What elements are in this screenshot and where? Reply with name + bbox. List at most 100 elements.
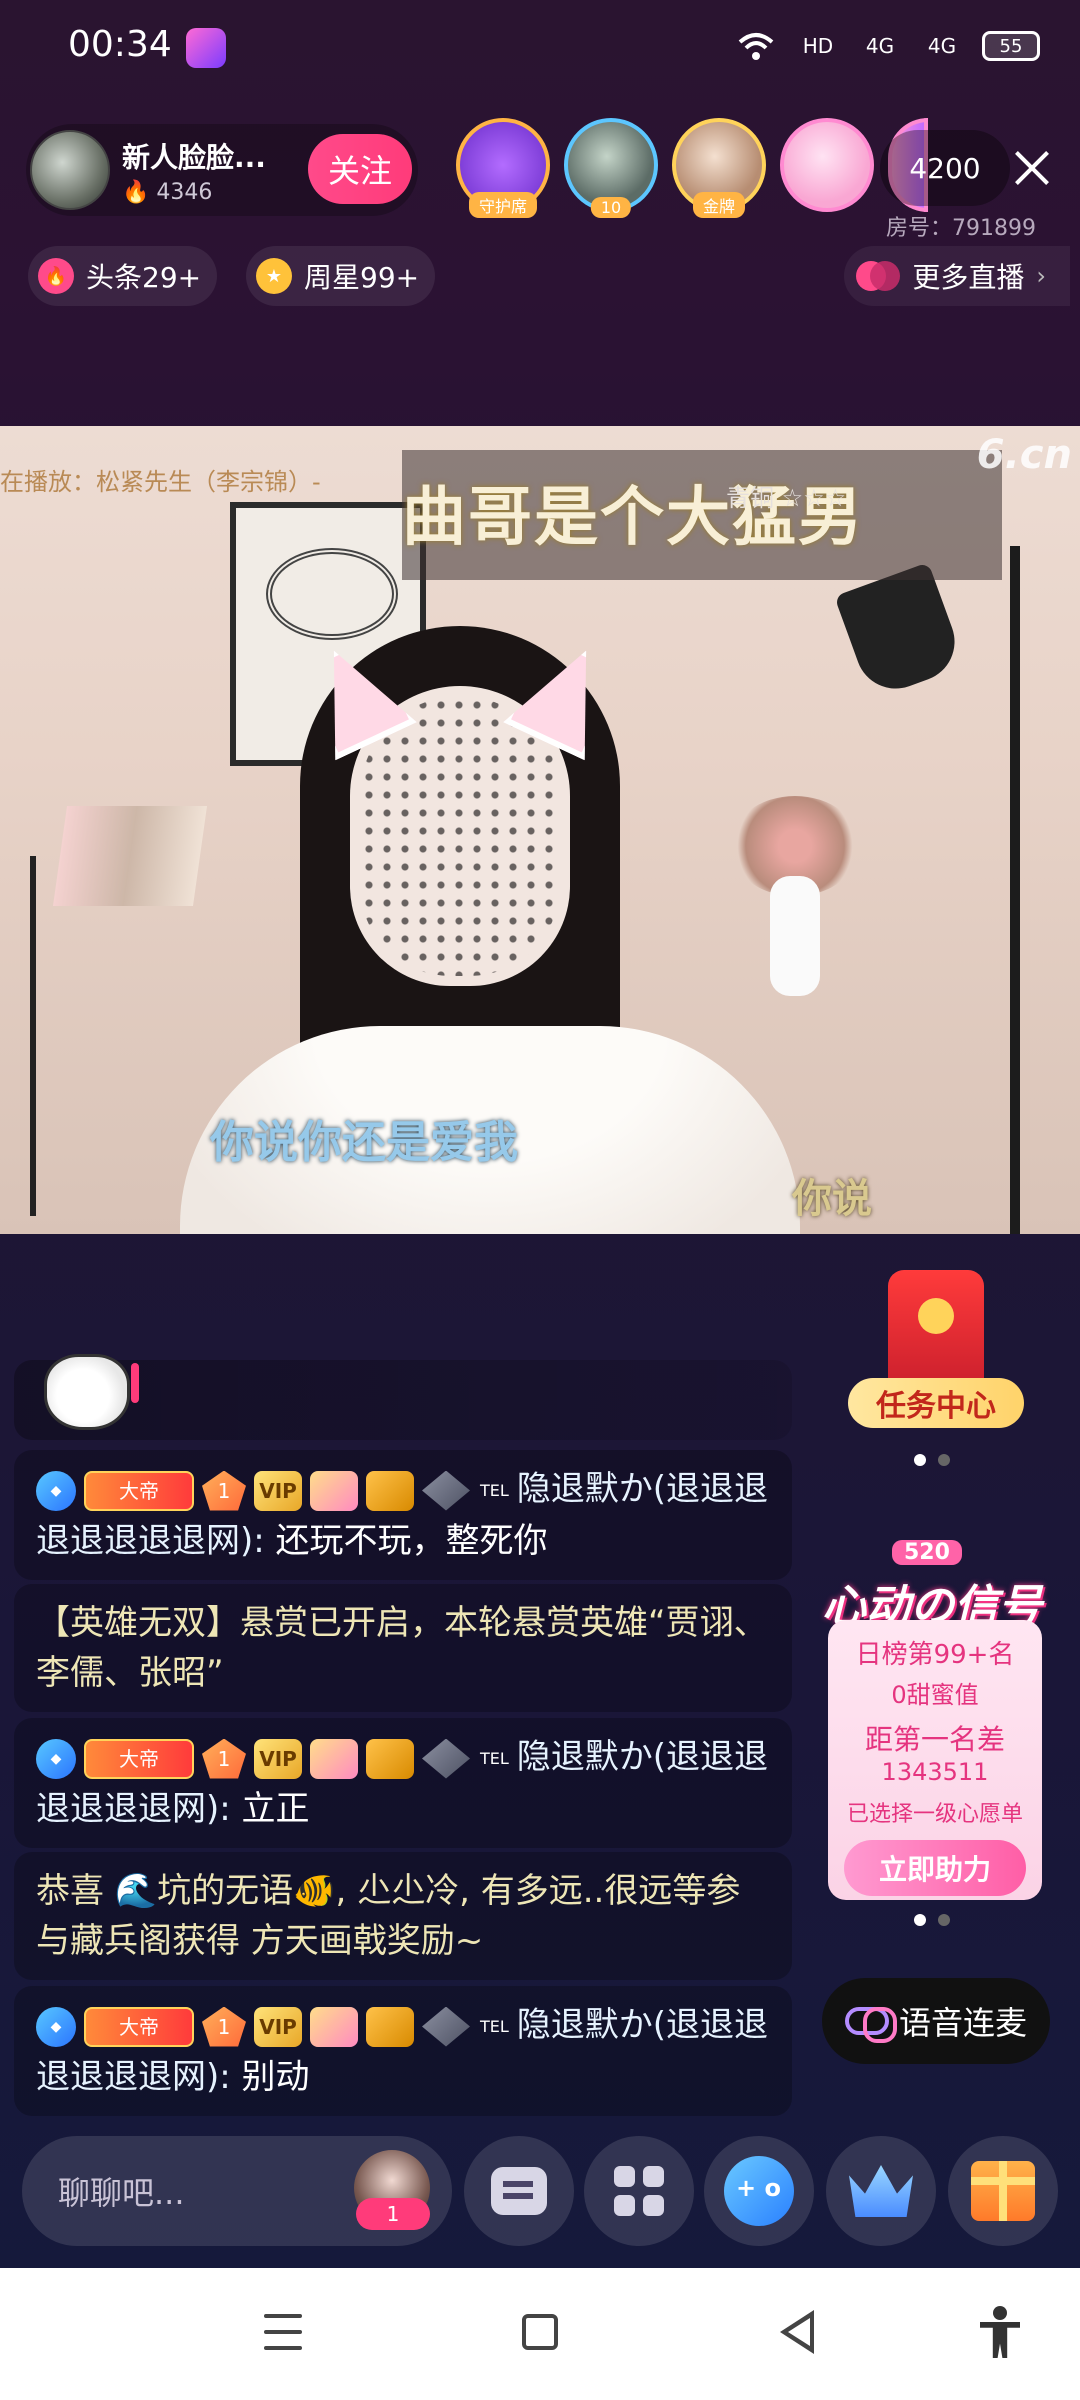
- lamp-pole: [1010, 546, 1020, 1234]
- voice-link-label: 语音连麦: [898, 2004, 1027, 2042]
- follow-button[interactable]: 关注: [308, 134, 412, 204]
- chat-message[interactable]: ◆ 大帝 1 VIP TEL 隐退默か(退退退退退退退网): 别动: [14, 1986, 792, 2116]
- chat-message[interactable]: ◆ 大帝 1 VIP TEL 隐退默か(退退退退退退退网): 立正: [14, 1718, 792, 1848]
- user-badges: ◆ 大帝 1 VIP TEL: [36, 2002, 511, 2052]
- message-button[interactable]: [464, 2136, 574, 2246]
- room-id: 房号：791899: [886, 216, 1036, 241]
- task-pager-dots: [914, 1454, 950, 1466]
- vip-badge: VIP: [254, 1738, 302, 1779]
- weekly-star-tag[interactable]: ★ 周星99+: [246, 246, 436, 306]
- vip-badge: VIP: [254, 2006, 302, 2047]
- live-video[interactable]: 曲哥是个大猛男 在播放：松紧先生（李宗锦）- 青铜 ☆☆☆ 6.cn 你说你还是…: [0, 426, 1080, 1234]
- status-icons: HD 4G 4G 55: [734, 28, 1040, 64]
- chat-input-placeholder: 聊聊吧...: [58, 2174, 185, 2212]
- tel-label: TEL: [480, 1748, 509, 1768]
- vase: [770, 876, 820, 996]
- hd-icon: HD: [802, 34, 834, 58]
- user-badges: ◆ 大帝 1 VIP TEL: [36, 1734, 511, 1784]
- task-center-button[interactable]: 任务中心: [848, 1270, 1024, 1440]
- battery-icon: 55: [982, 31, 1040, 61]
- guard-seat-label: 守护席: [468, 192, 538, 218]
- emperor-badge: 大帝: [84, 2006, 194, 2047]
- viewer-count[interactable]: 4200: [880, 130, 1010, 206]
- wish-selected: 已选择一级心愿单: [846, 1802, 1023, 1827]
- gift-button[interactable]: [948, 2136, 1058, 2246]
- crown-icon: [310, 2006, 358, 2047]
- lyric-line-2: 你说: [792, 1176, 872, 1222]
- status-time: 00:34: [68, 24, 172, 65]
- shelf: [30, 856, 200, 1216]
- more-live-label: 更多直播: [912, 261, 1025, 294]
- game-button[interactable]: [704, 2136, 814, 2246]
- wing-icon: [422, 1470, 470, 1511]
- grid-icon: [614, 2166, 664, 2216]
- message-icon: [491, 2167, 547, 2215]
- sweetness-value: 0甜蜜值: [891, 1681, 979, 1709]
- menu-icon[interactable]: [264, 2314, 302, 2350]
- gap-value: 1343511: [881, 1758, 989, 1786]
- star-icon: ★: [256, 258, 292, 294]
- boost-button[interactable]: 立即助力: [844, 1840, 1026, 1896]
- signal-520-badge: 520: [892, 1540, 962, 1565]
- viewer-rank-badge: 金牌: [692, 192, 746, 218]
- more-apps-button[interactable]: [584, 2136, 694, 2246]
- site-watermark: 6.cn: [976, 432, 1072, 478]
- guard-seat[interactable]: 守护席: [456, 118, 550, 218]
- anchor-name: 新人脸脸...: [122, 140, 266, 174]
- voice-link-button[interactable]: 语音连麦: [822, 1978, 1050, 2064]
- tel-label: TEL: [480, 1480, 509, 1500]
- anchor-avatar[interactable]: [30, 130, 110, 210]
- flame-icon: 🔥: [122, 179, 150, 205]
- wing-icon: [422, 2006, 470, 2047]
- anchor-hot-count: 🔥 4346: [122, 180, 266, 205]
- more-live-button[interactable]: 更多直播 ›: [844, 246, 1070, 306]
- home-icon[interactable]: [522, 2314, 558, 2350]
- viewer-avatar-1[interactable]: 10: [564, 118, 658, 218]
- viewer-avatar-2[interactable]: 金牌: [672, 118, 766, 218]
- level-badge: 1: [202, 1470, 246, 1511]
- guard-button[interactable]: [826, 2136, 936, 2246]
- app-notification-icon: [186, 28, 226, 68]
- level-badge: 1: [202, 1738, 246, 1779]
- now-playing: 在播放：松紧先生（李宗锦）-: [0, 468, 321, 496]
- vip-badge: VIP: [254, 1470, 302, 1511]
- chevron-right-icon: ›: [1036, 262, 1046, 290]
- diamond-icon: ◆: [36, 2006, 76, 2047]
- daily-rank: 日榜第99+名: [855, 1640, 1015, 1670]
- gap-label: 距第一名差: [864, 1723, 1005, 1756]
- emperor-badge: 大帝: [84, 1470, 194, 1511]
- accessibility-icon[interactable]: [980, 2306, 1020, 2358]
- wifi-icon: [734, 28, 778, 64]
- flame-icon: 🔥: [38, 258, 74, 294]
- system-text: 【英雄无双】悬赏已开启，本轮悬赏英雄“贾诩、李儒、张昭”: [36, 1603, 768, 1693]
- chat-message[interactable]: ◆ 大帝 1 VIP TEL 隐退默か(退退退退退退退退网): 还玩不玩，整死你: [14, 1450, 792, 1580]
- viewer-level-badge: 10: [590, 197, 632, 218]
- chat-mascot-row: [14, 1354, 792, 1440]
- crown-icon: [310, 1470, 358, 1511]
- heart-signal-body: 日榜第99+名 0甜蜜值 距第一名差 1343511 已选择一级心愿单 立即助力: [828, 1620, 1042, 1900]
- diamond-icon: ◆: [36, 1738, 76, 1779]
- task-center-label: 任务中心: [848, 1378, 1024, 1428]
- close-icon[interactable]: [1010, 146, 1054, 190]
- crown-icon: [849, 2165, 913, 2217]
- back-icon[interactable]: [780, 2310, 814, 2354]
- heart-signal-card[interactable]: 520 心动の信号 日榜第99+名 0甜蜜值 距第一名差 1343511 已选择…: [822, 1520, 1042, 1900]
- chat-text: 立正: [230, 1788, 310, 1829]
- car-icon: [366, 2006, 414, 2047]
- level-badge: 1: [202, 2006, 246, 2047]
- gift-icon: [971, 2161, 1035, 2221]
- red-envelope-icon: [888, 1270, 984, 1394]
- system-navigation-bar: [0, 2268, 1080, 2400]
- system-message: 恭喜 🌊坑的无语🐠, 尐尐冷, 有多远..很远等参与藏兵阁获得 方天画戟奖励~: [14, 1852, 792, 1980]
- mascot-icon: [44, 1354, 139, 1430]
- top-viewers: 守护席 10 金牌: [456, 118, 928, 218]
- anchor-info: 新人脸脸... 🔥 4346: [122, 136, 266, 205]
- emperor-badge: 大帝: [84, 1738, 194, 1779]
- viewer-avatar-3[interactable]: [780, 118, 874, 212]
- heart-signal-header: 520 心动の信号: [822, 1520, 1042, 1632]
- game-controller-icon: [724, 2156, 794, 2226]
- rank-tag: 青铜 ☆☆☆: [726, 484, 847, 512]
- status-bar: 00:34 HD 4G 4G 55: [0, 0, 1080, 100]
- headline-tag[interactable]: 🔥 头条29+: [28, 246, 218, 306]
- car-icon: [366, 1738, 414, 1779]
